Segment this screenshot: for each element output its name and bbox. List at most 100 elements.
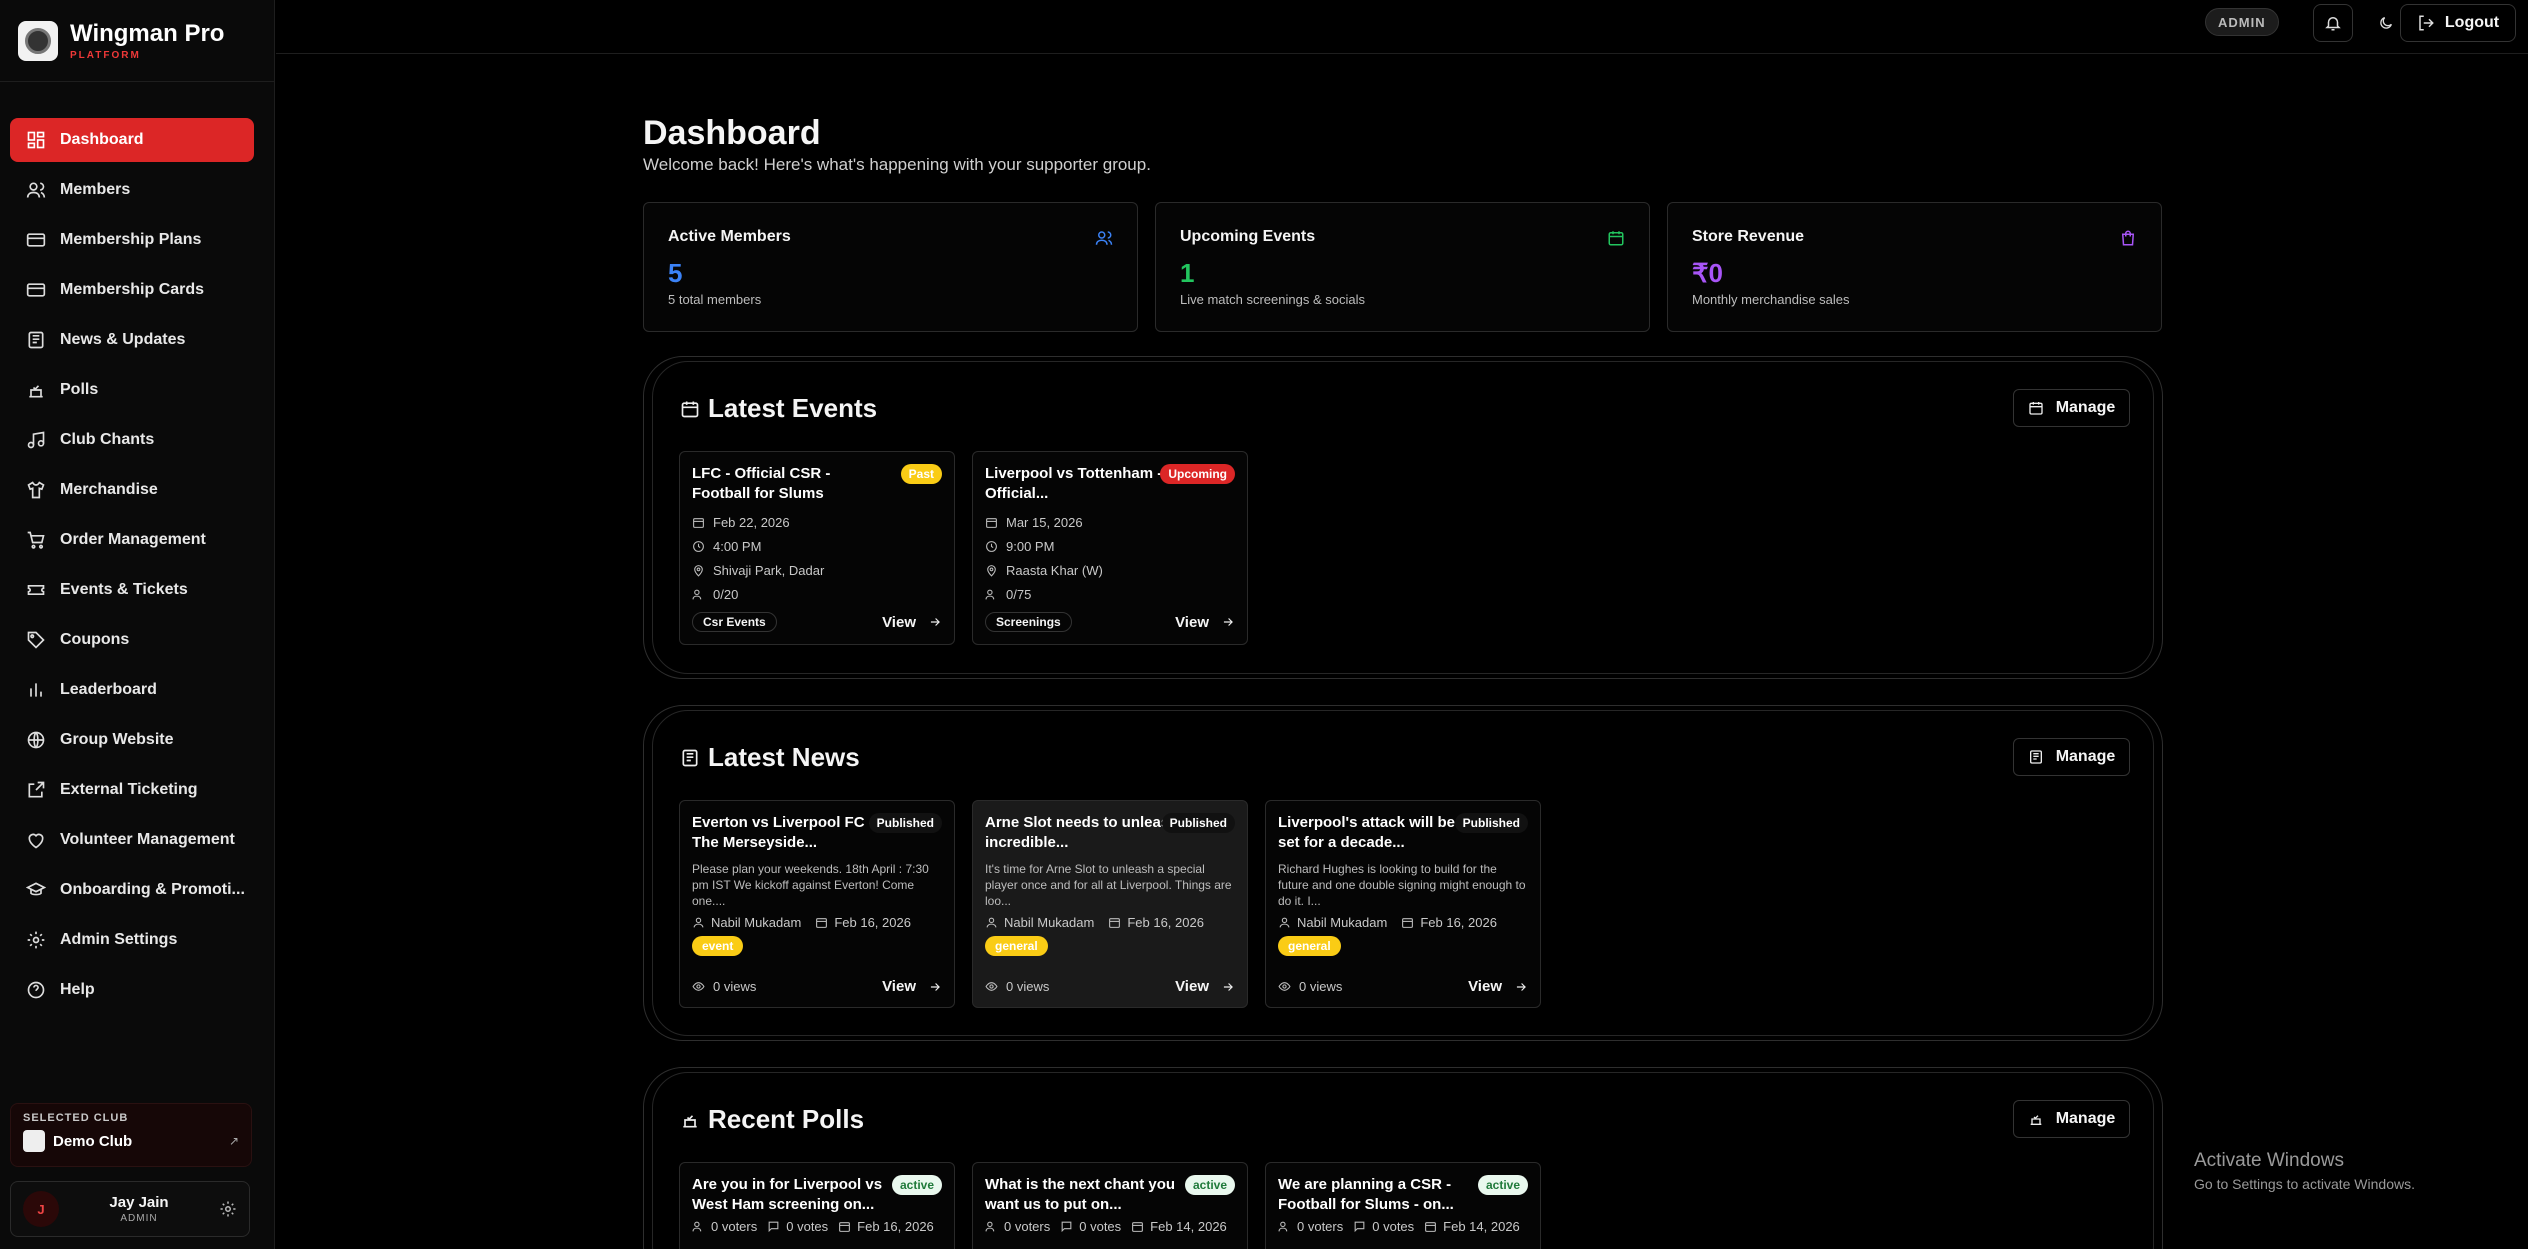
manage-news-button[interactable]: Manage [2013, 738, 2130, 776]
users-icon [1278, 1221, 1288, 1232]
news-title: Liverpool's attack will be set for a dec… [1278, 814, 1455, 851]
brand[interactable]: Wingman Pro PLATFORM [0, 0, 274, 82]
stat-value: 5 [668, 258, 683, 288]
poll-title: We are planning a CSR - Football for Slu… [1278, 1176, 1454, 1213]
event-card[interactable]: Liverpool vs Tottenham - Official... Upc… [972, 451, 1248, 645]
users-icon [985, 589, 995, 599]
event-capacity: 0/20 [692, 582, 942, 606]
poll-date: Feb 14, 2026 [1443, 1219, 1520, 1234]
sidebar-item-dashboard[interactable]: Dashboard [10, 118, 254, 162]
views-count: 0 views [692, 979, 756, 994]
news-meta: Nabil Mukadam Feb 16, 2026 [692, 915, 942, 930]
event-title: LFC - Official CSR - Football for Slums [692, 465, 831, 502]
view-label: View [882, 613, 916, 631]
moon-icon [2380, 17, 2392, 29]
help-circle-icon [27, 981, 45, 999]
sidebar-item-merchandise[interactable]: Merchandise [10, 468, 254, 512]
sidebar-item-label: Members [60, 181, 131, 198]
logout-icon [2419, 15, 2434, 31]
clock-icon [693, 540, 704, 552]
sidebar-item-events-tickets[interactable]: Events & Tickets [10, 568, 254, 612]
sidebar-item-order-management[interactable]: Order Management [10, 518, 254, 562]
watermark-line-2: Go to Settings to activate Windows. [2194, 1176, 2415, 1192]
sidebar-item-label: External Ticketing [60, 781, 198, 798]
latest-news-section: Latest News Manage Everton vs Liverpool … [643, 705, 2163, 1041]
sidebar-item-onboarding[interactable]: Onboarding & Promoti... [10, 868, 254, 912]
event-time-text: 9:00 PM [1006, 538, 1055, 554]
status-badge: Past [900, 464, 942, 484]
stat-note: 5 total members [668, 292, 762, 307]
poll-meta: 0 voters 0 votes Feb 16, 2026 [692, 1219, 942, 1234]
sidebar-item-label: Membership Plans [60, 231, 202, 248]
calendar-icon [1109, 918, 1121, 928]
event-time-text: 4:00 PM [713, 538, 762, 554]
view-label: View [1175, 978, 1209, 995]
music-icon [27, 431, 45, 449]
manage-events-button[interactable]: Manage [2013, 389, 2130, 427]
arrow-right-icon [930, 618, 940, 626]
calendar-icon [1608, 231, 1624, 246]
manage-polls-button[interactable]: Manage [2013, 1100, 2130, 1138]
sidebar-item-volunteer-management[interactable]: Volunteer Management [10, 818, 254, 862]
news-author: Nabil Mukadam [1004, 915, 1095, 930]
view-button[interactable]: View [1175, 978, 1235, 995]
status-badge: Upcoming [1160, 464, 1235, 484]
clock-icon [986, 540, 997, 552]
arrow-right-icon [1223, 618, 1233, 626]
sidebar-item-admin-settings[interactable]: Admin Settings [10, 918, 254, 962]
heart-icon [28, 833, 44, 849]
page-title: Dashboard [643, 114, 821, 152]
view-button[interactable]: View [1468, 978, 1528, 995]
news-meta: Nabil Mukadam Feb 16, 2026 [1278, 915, 1528, 930]
gear-icon[interactable] [219, 1200, 237, 1218]
sidebar-item-members[interactable]: Members [10, 168, 254, 212]
status-badge: Published [868, 813, 942, 833]
logout-button[interactable]: Logout [2400, 4, 2516, 42]
notifications-button[interactable] [2313, 4, 2353, 42]
sidebar-item-news[interactable]: News & Updates [10, 318, 254, 362]
sidebar-item-coupons[interactable]: Coupons [10, 618, 254, 662]
poll-card[interactable]: What is the next chant you want us to pu… [972, 1162, 1248, 1249]
sidebar-item-polls[interactable]: Polls [10, 368, 254, 412]
sidebar-item-label: Club Chants [60, 431, 155, 448]
category-tag: general [1278, 936, 1341, 956]
gear-icon [27, 931, 45, 949]
sidebar-item-membership-plans[interactable]: Membership Plans [10, 218, 254, 262]
sidebar-item-group-website[interactable]: Group Website [10, 718, 254, 762]
view-button[interactable]: View [882, 978, 942, 995]
event-card[interactable]: LFC - Official CSR - Football for Slums … [679, 451, 955, 645]
sidebar-item-label: Leaderboard [60, 681, 157, 698]
stat-card-active-members: Active Members 5 5 total members [643, 202, 1138, 332]
poll-votes: 0 votes [1372, 1219, 1415, 1234]
news-card[interactable]: Everton vs Liverpool FC - The Merseyside… [679, 800, 955, 1008]
latest-events-section: Latest Events Manage LFC - Official CSR … [643, 356, 2163, 679]
sidebar-item-external-ticketing[interactable]: External Ticketing [10, 768, 254, 812]
status-badge: active [891, 1175, 942, 1195]
club-logo-icon [23, 1130, 45, 1152]
users-icon [692, 1221, 702, 1232]
manage-label: Manage [2055, 399, 2116, 416]
news-card[interactable]: Liverpool's attack will be set for a dec… [1265, 800, 1541, 1008]
user-panel[interactable]: J Jay Jain ADMIN [10, 1181, 250, 1237]
news-meta: Nabil Mukadam Feb 16, 2026 [985, 915, 1235, 930]
poll-voters: 0 voters [1297, 1219, 1344, 1234]
message-icon [1061, 1221, 1072, 1233]
views-text: 0 views [713, 979, 757, 994]
news-author: Nabil Mukadam [1297, 915, 1388, 930]
sidebar-item-membership-cards[interactable]: Membership Cards [10, 268, 254, 312]
sidebar-item-club-chants[interactable]: Club Chants [10, 418, 254, 462]
ticket-icon [27, 585, 45, 595]
sidebar-item-help[interactable]: Help [10, 968, 254, 1012]
sidebar-item-label: Events & Tickets [60, 581, 188, 598]
poll-card[interactable]: We are planning a CSR - Football for Slu… [1265, 1162, 1541, 1249]
view-button[interactable]: View [1175, 614, 1235, 631]
poll-card[interactable]: Are you in for Liverpool vs West Ham scr… [679, 1162, 955, 1249]
event-date-text: Feb 22, 2026 [713, 514, 790, 530]
sidebar-item-label: Order Management [60, 531, 206, 548]
selected-club[interactable]: SELECTED CLUB Demo Club ↗ [10, 1103, 252, 1167]
view-button[interactable]: View [882, 614, 942, 631]
poll-meta: 0 voters 0 votes Feb 14, 2026 [985, 1219, 1235, 1234]
sidebar-nav: Dashboard Members Membership Plans Membe… [10, 118, 254, 1018]
news-card[interactable]: Arne Slot needs to unleash incredible...… [972, 800, 1248, 1008]
sidebar-item-leaderboard[interactable]: Leaderboard [10, 668, 254, 712]
